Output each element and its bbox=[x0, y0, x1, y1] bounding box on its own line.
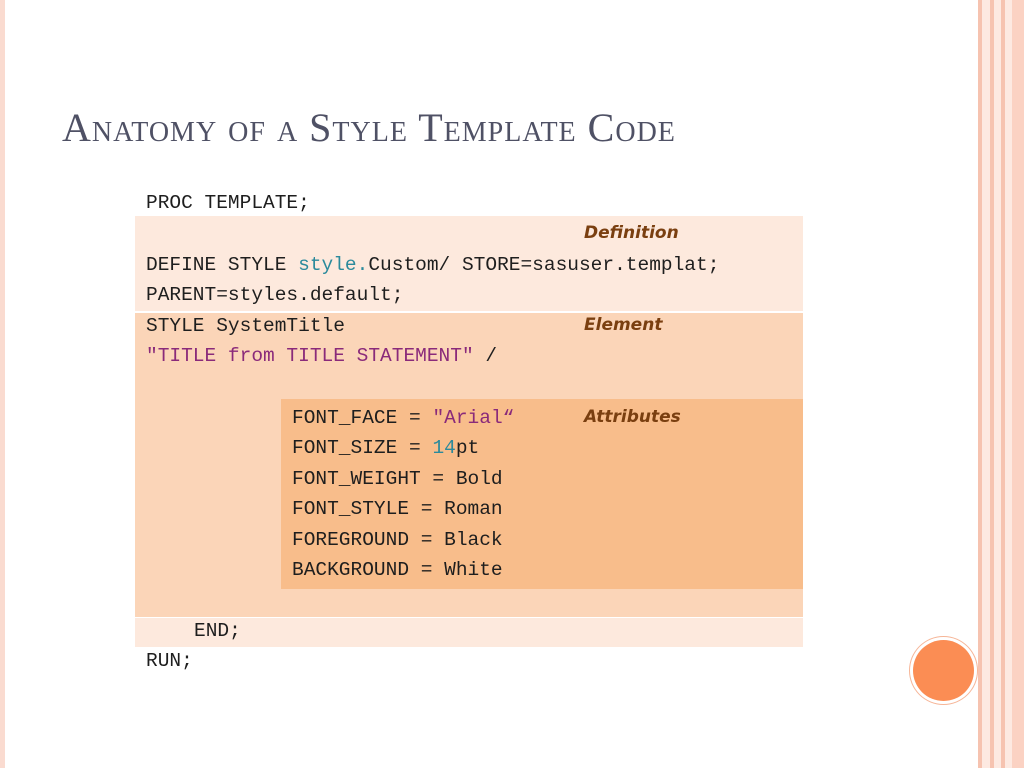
code-line-parent: PARENT=styles.default; bbox=[146, 284, 404, 306]
code-font-size-prefix: FONT_SIZE = bbox=[292, 437, 433, 459]
right-border-stripe bbox=[994, 0, 1001, 768]
code-title-slash: / bbox=[473, 345, 498, 367]
code-font-size-unit: pt bbox=[455, 437, 480, 459]
code-font-size-value: 14 bbox=[432, 437, 456, 459]
code-font-face-prefix: FONT_FACE = bbox=[292, 407, 433, 429]
code-font-face-value: "Arial“ bbox=[432, 407, 515, 429]
code-line-define: DEFINE STYLE style.Custom/ STORE=sasuser… bbox=[146, 250, 719, 280]
code-line-font-size: FONT_SIZE = 14pt bbox=[292, 433, 479, 463]
code-define-suffix: Custom/ STORE=sasuser.templat; bbox=[368, 254, 720, 276]
code-line-run: RUN; bbox=[146, 650, 193, 672]
code-line-background: BACKGROUND = White bbox=[292, 559, 503, 581]
slide-title: Anatomy of a Style Template Code bbox=[62, 105, 676, 150]
code-style-keyword: style. bbox=[298, 254, 369, 276]
left-border-stripe bbox=[0, 0, 5, 768]
attributes-label: Attributes bbox=[584, 407, 681, 427]
definition-label: Definition bbox=[584, 223, 679, 243]
code-title-string: "TITLE from TITLE STATEMENT" bbox=[146, 345, 474, 367]
code-line-title-string: "TITLE from TITLE STATEMENT" / bbox=[146, 341, 497, 371]
right-border-stripe bbox=[982, 0, 990, 768]
right-border-stripe bbox=[1005, 0, 1012, 768]
code-line-font-face: FONT_FACE = "Arial“ bbox=[292, 403, 514, 433]
code-define-prefix: DEFINE STYLE bbox=[146, 254, 299, 276]
code-line-font-weight: FONT_WEIGHT = Bold bbox=[292, 468, 503, 490]
decorative-circle bbox=[913, 640, 974, 701]
slide: Anatomy of a Style Template Code PROC TE… bbox=[0, 0, 1024, 768]
code-line-font-style: FONT_STYLE = Roman bbox=[292, 498, 503, 520]
code-line-end: END; bbox=[194, 620, 241, 642]
right-border-stripe bbox=[1012, 0, 1024, 768]
code-line-style: STYLE SystemTitle bbox=[146, 315, 345, 337]
element-label: Element bbox=[584, 315, 663, 335]
code-line-proc: PROC TEMPLATE; bbox=[146, 192, 310, 214]
code-line-foreground: FOREGROUND = Black bbox=[292, 529, 503, 551]
